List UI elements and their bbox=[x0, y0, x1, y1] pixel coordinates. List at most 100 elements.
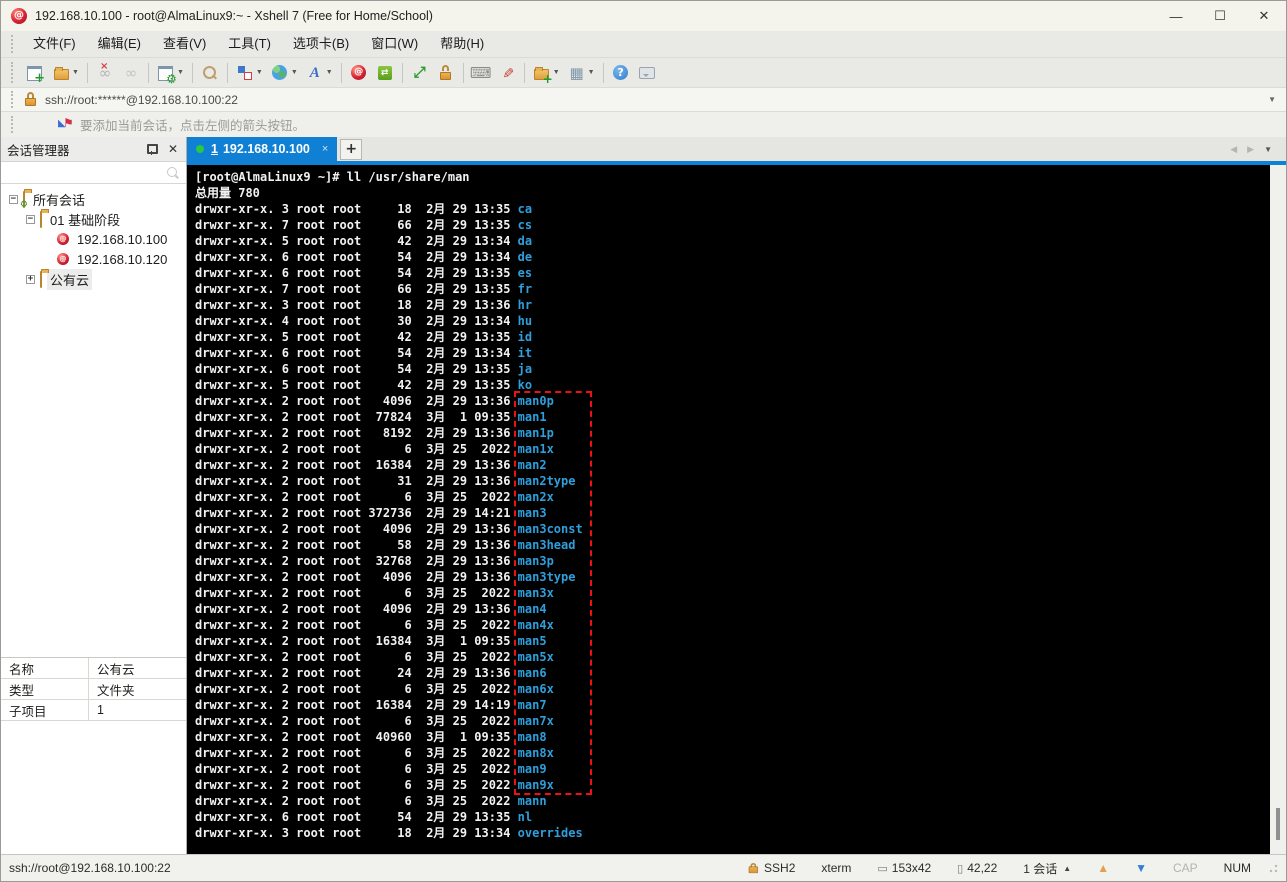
status-screen-size: ▭ 153x42 bbox=[864, 861, 944, 875]
tree-item-所有会话[interactable]: − ⚙ 所有会话 bbox=[1, 189, 186, 209]
help-icon[interactable] bbox=[609, 62, 633, 84]
dropdown-arrow-icon[interactable]: ▼ bbox=[291, 69, 298, 76]
terminal[interactable]: [root@AlmaLinux9 ~]# ll /usr/share/man 总用… bbox=[187, 165, 1270, 854]
tree-item-192.168.10.100[interactable]: @192.168.10.100 bbox=[1, 229, 186, 249]
pin-icon[interactable] bbox=[144, 142, 158, 156]
tab-scroll-right-icon[interactable]: ▶ bbox=[1247, 144, 1254, 155]
dropdown-arrow-icon[interactable]: ▼ bbox=[256, 69, 263, 76]
xshell-icon bbox=[350, 64, 368, 82]
directory-name: man9x bbox=[517, 778, 554, 792]
screen-size-icon: ▭ bbox=[877, 862, 888, 875]
terminal-listing-line: drwxr-xr-x. 2 root root 6 3月 25 2022 man… bbox=[195, 762, 547, 776]
tree-item-公有云[interactable]: + 公有云 bbox=[1, 268, 186, 290]
open-folder-icon[interactable]: ▼ bbox=[49, 62, 82, 84]
dropdown-arrow-icon[interactable]: ▼ bbox=[72, 69, 79, 76]
encoding-globe-icon[interactable]: ▼ bbox=[268, 62, 301, 84]
tab-list-dropdown-icon[interactable]: ▼ bbox=[1264, 145, 1272, 154]
minimize-button[interactable]: — bbox=[1154, 1, 1198, 31]
menu-item[interactable]: 文件(F) bbox=[22, 31, 87, 57]
terminal-listing-line: drwxr-xr-x. 2 root root 6 3月 25 2022 man… bbox=[195, 586, 554, 600]
add-session-flag-icon bbox=[58, 116, 74, 133]
new-session-icon[interactable] bbox=[23, 62, 47, 85]
tab-bar: 1 192.168.10.100 × + ◀ ▶ ▼ bbox=[187, 137, 1286, 161]
directory-name: man5x bbox=[517, 650, 554, 664]
reconnect-icon[interactable] bbox=[119, 62, 143, 84]
tab-close-icon[interactable]: × bbox=[322, 143, 328, 155]
highlight-pen-icon[interactable] bbox=[495, 62, 519, 84]
tile-layout-icon bbox=[568, 64, 586, 82]
menu-item[interactable]: 选项卡(B) bbox=[282, 31, 360, 57]
tab-scroll-left-icon[interactable]: ◀ bbox=[1230, 144, 1237, 155]
xftp-icon[interactable] bbox=[373, 62, 397, 84]
tree-item-label: 公有云 bbox=[47, 268, 93, 290]
tree-item-01 基础阶段[interactable]: − 01 基础阶段 bbox=[1, 209, 186, 229]
dropdown-arrow-icon[interactable]: ▼ bbox=[177, 69, 184, 76]
tab-session[interactable]: 1 192.168.10.100 × bbox=[187, 137, 338, 161]
font-icon[interactable]: ▼ bbox=[303, 62, 336, 84]
close-button[interactable]: ✕ bbox=[1242, 1, 1286, 31]
status-session-count[interactable]: 1 会话 ▲ bbox=[1010, 860, 1084, 877]
session-properties-icon[interactable]: ▼ bbox=[154, 62, 187, 86]
session-count-dropdown-icon[interactable]: ▲ bbox=[1063, 864, 1071, 873]
new-session-icon bbox=[26, 64, 45, 85]
terminal-scrollbar[interactable] bbox=[1270, 165, 1286, 854]
scroll-bottom-icon[interactable]: ▼ bbox=[1135, 861, 1147, 875]
dropdown-arrow-icon[interactable]: ▼ bbox=[553, 69, 560, 76]
status-protocol: SSH2 bbox=[732, 861, 808, 876]
tree-expander-icon[interactable]: − bbox=[26, 214, 35, 224]
directory-name: hr bbox=[517, 298, 533, 312]
status-scroll-top[interactable]: ▲ bbox=[1084, 861, 1122, 875]
window-title: 192.168.10.100 - root@AlmaLinux9:~ - Xsh… bbox=[35, 9, 433, 23]
dropdown-arrow-icon[interactable]: ▼ bbox=[326, 69, 333, 76]
compose-layout-icon[interactable]: ▼ bbox=[233, 62, 266, 84]
tree-expander-icon[interactable]: + bbox=[26, 274, 35, 284]
directory-name: man1 bbox=[517, 410, 547, 424]
menu-item[interactable]: 窗口(W) bbox=[360, 31, 429, 57]
status-caps-lock: CAP bbox=[1160, 861, 1211, 875]
xshell-icon[interactable] bbox=[347, 62, 371, 84]
terminal-listing-line: drwxr-xr-x. 6 root root 54 2月 29 13:35 e… bbox=[195, 266, 533, 280]
address-value[interactable]: ssh://root:******@192.168.10.100:22 bbox=[45, 93, 1268, 107]
directory-name: man7 bbox=[517, 698, 547, 712]
new-file-icon[interactable]: ▼ bbox=[530, 62, 563, 85]
terminal-listing-line: drwxr-xr-x. 2 root root 4096 2月 29 13:36… bbox=[195, 570, 576, 584]
resize-grip[interactable] bbox=[1268, 863, 1278, 873]
directory-name: fr bbox=[517, 282, 533, 296]
directory-name: man3x bbox=[517, 586, 554, 600]
feedback-icon[interactable] bbox=[635, 62, 659, 84]
panel-close-icon[interactable]: ✕ bbox=[166, 142, 180, 156]
property-label: 名称 bbox=[1, 658, 89, 678]
directory-name: cs bbox=[517, 218, 533, 232]
disconnect-icon bbox=[96, 62, 114, 82]
disconnect-icon[interactable] bbox=[93, 62, 117, 84]
dropdown-arrow-icon[interactable]: ▼ bbox=[588, 69, 595, 76]
fullscreen-icon[interactable] bbox=[408, 62, 432, 84]
toolbar-grip bbox=[11, 91, 16, 108]
address-dropdown-icon[interactable]: ▼ bbox=[1268, 95, 1286, 104]
scroll-top-icon[interactable]: ▲ bbox=[1097, 861, 1109, 875]
property-value: 1 bbox=[97, 703, 104, 717]
virtual-keyboard-icon[interactable] bbox=[469, 62, 493, 84]
status-url: ssh://root@192.168.10.100:22 bbox=[9, 861, 171, 875]
tree-expander-icon[interactable]: − bbox=[9, 194, 18, 204]
menu-item[interactable]: 帮助(H) bbox=[429, 31, 495, 57]
new-tab-button[interactable]: + bbox=[340, 139, 363, 160]
maximize-button[interactable]: ☐ bbox=[1198, 1, 1242, 31]
find-icon[interactable] bbox=[198, 62, 222, 84]
lock-screen-icon[interactable] bbox=[434, 62, 458, 84]
tree-item-192.168.10.120[interactable]: @192.168.10.120 bbox=[1, 249, 186, 269]
scrollbar-thumb[interactable] bbox=[1276, 808, 1280, 840]
status-label: CAP bbox=[1172, 861, 1198, 875]
menu-item[interactable]: 查看(V) bbox=[152, 31, 217, 57]
properties-panel: 名称 公有云 类型 文件夹 子项目 1 bbox=[1, 657, 186, 854]
menu-item[interactable]: 编辑(E) bbox=[87, 31, 152, 57]
tile-layout-icon[interactable]: ▼ bbox=[565, 62, 598, 84]
menu-item[interactable]: 工具(T) bbox=[217, 31, 282, 57]
status-scroll-bottom[interactable]: ▼ bbox=[1122, 861, 1160, 875]
terminal-listing-line: drwxr-xr-x. 7 root root 66 2月 29 13:35 f… bbox=[195, 282, 533, 296]
connected-dot-icon bbox=[196, 145, 204, 153]
session-search-input[interactable] bbox=[1, 162, 186, 184]
terminal-listing-line: drwxr-xr-x. 7 root root 66 2月 29 13:35 c… bbox=[195, 218, 533, 232]
address-bar[interactable]: ssh://root:******@192.168.10.100:22 ▼ bbox=[1, 87, 1286, 112]
